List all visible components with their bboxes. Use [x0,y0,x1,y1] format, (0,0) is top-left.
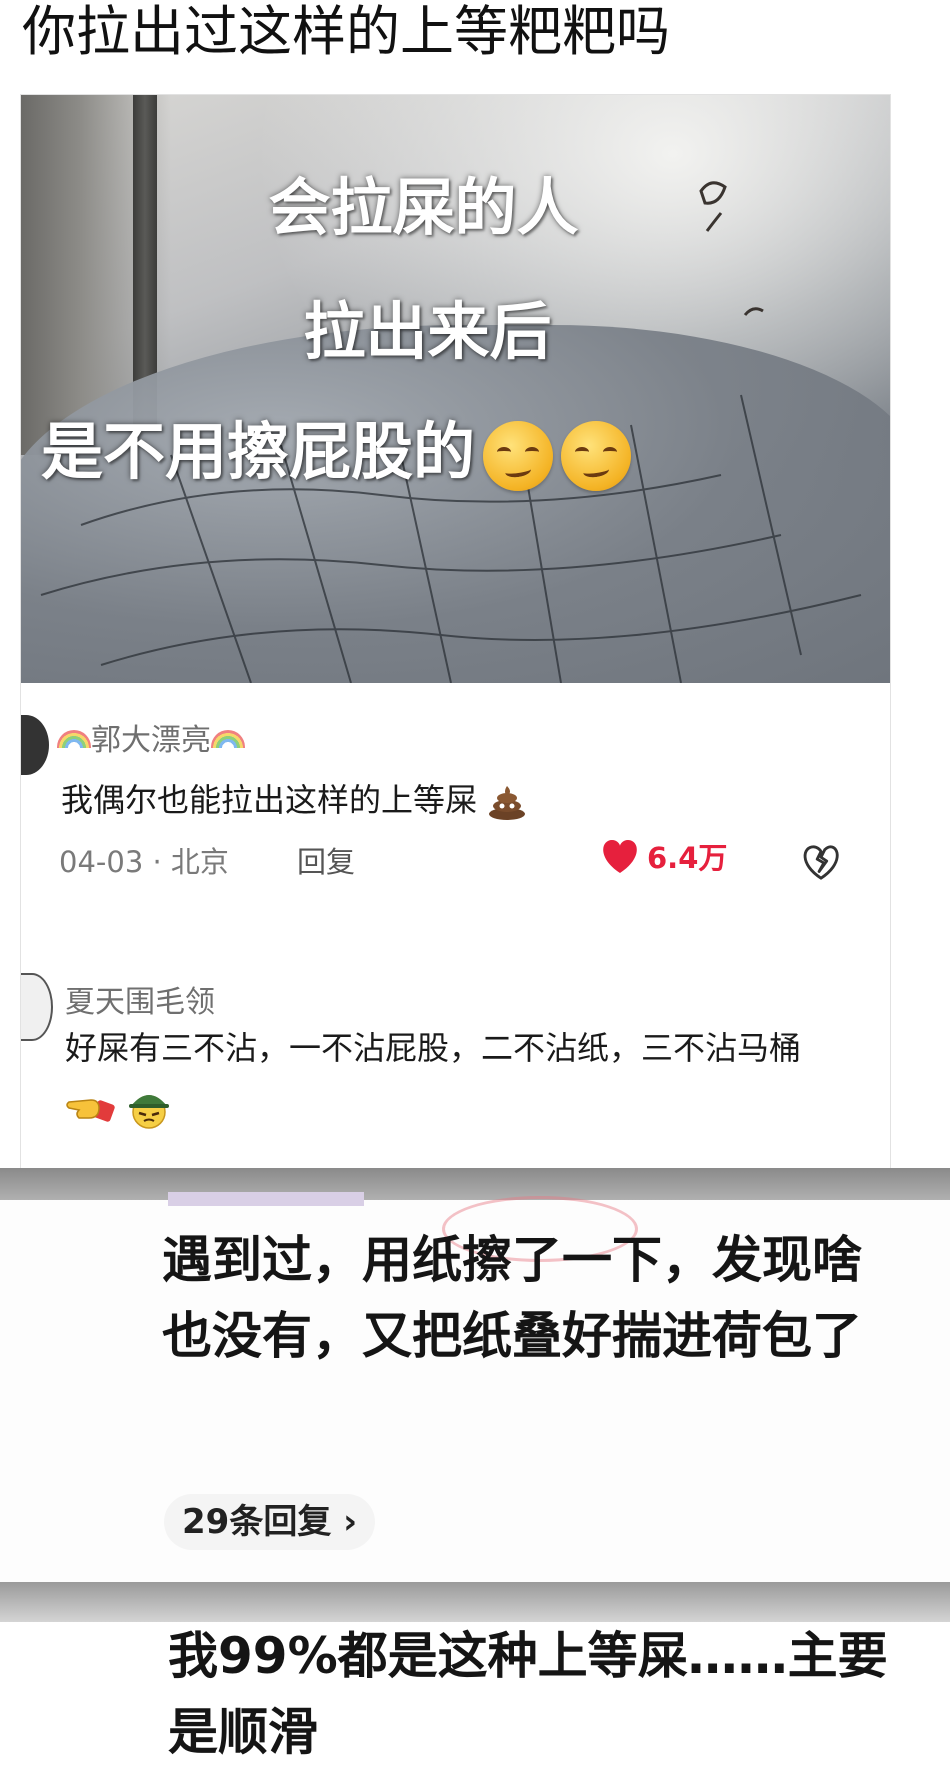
screenshot-divider [0,1168,950,1200]
avatar[interactable] [21,715,49,775]
pointing-hand-icon [66,1099,115,1122]
rainbow-icon [211,729,245,748]
comment-text: 好屎有三不沾，一不沾屁股，二不沾纸，三不沾马桶 [65,1019,855,1135]
comment-text: 我偶尔也能拉出这样的上等屎 [61,771,527,829]
video-caption-line3-text: 是不用擦屁股的 [41,415,476,488]
broken-heart-icon[interactable] [801,843,841,881]
video-thumbnail[interactable]: 会拉屎的人 拉出来后 是不用擦屁股的 [21,95,890,683]
post-card: 会拉屎的人 拉出来后 是不用擦屁股的 郭大漂亮 我偶尔也能拉出这样的上等屎 04… [20,94,891,1170]
video-caption-line3: 是不用擦屁股的 [41,401,890,491]
soldier-face-icon [129,1095,170,1129]
page-title: 你拉出过这样的上等粑粑吗 [22,0,670,63]
reply-text: 遇到过，用纸擦了一下，发现啥也没有，又把纸叠好揣进荷包了 [162,1231,862,1365]
woozy-face-icon [561,420,632,491]
video-caption-line1: 会拉屎的人 [268,171,579,244]
comment-text-content: 我偶尔也能拉出这样的上等屎 [61,781,478,819]
avatar[interactable] [21,973,53,1041]
view-replies-button[interactable]: 29条回复 › [164,1494,376,1550]
comment-username-text: 郭大漂亮 [91,723,211,758]
like-count: 6.4万 [647,841,728,875]
heart-icon [603,840,637,873]
cropped-username-strip [168,1192,364,1206]
screenshot-divider [0,1582,950,1622]
woozy-face-icon [483,420,554,491]
comment-username[interactable]: 夏天围毛领 [65,977,215,1021]
comment-username[interactable]: 郭大漂亮 [57,715,245,759]
comment-text-content: 好屎有三不沾，一不沾屁股，二不沾纸，三不沾马桶 [65,1029,802,1067]
poop-icon [489,786,526,820]
like-button[interactable]: 6.4万 [599,835,727,877]
video-caption-line2: 拉出来后 [303,295,552,368]
reply-text: 我99%都是这种上等屎……主要是顺滑 [168,1627,888,1761]
rainbow-icon [57,729,91,748]
reply-button[interactable]: 回复 [297,839,355,881]
comment-date-location: 04-03 · 北京 [59,845,229,879]
